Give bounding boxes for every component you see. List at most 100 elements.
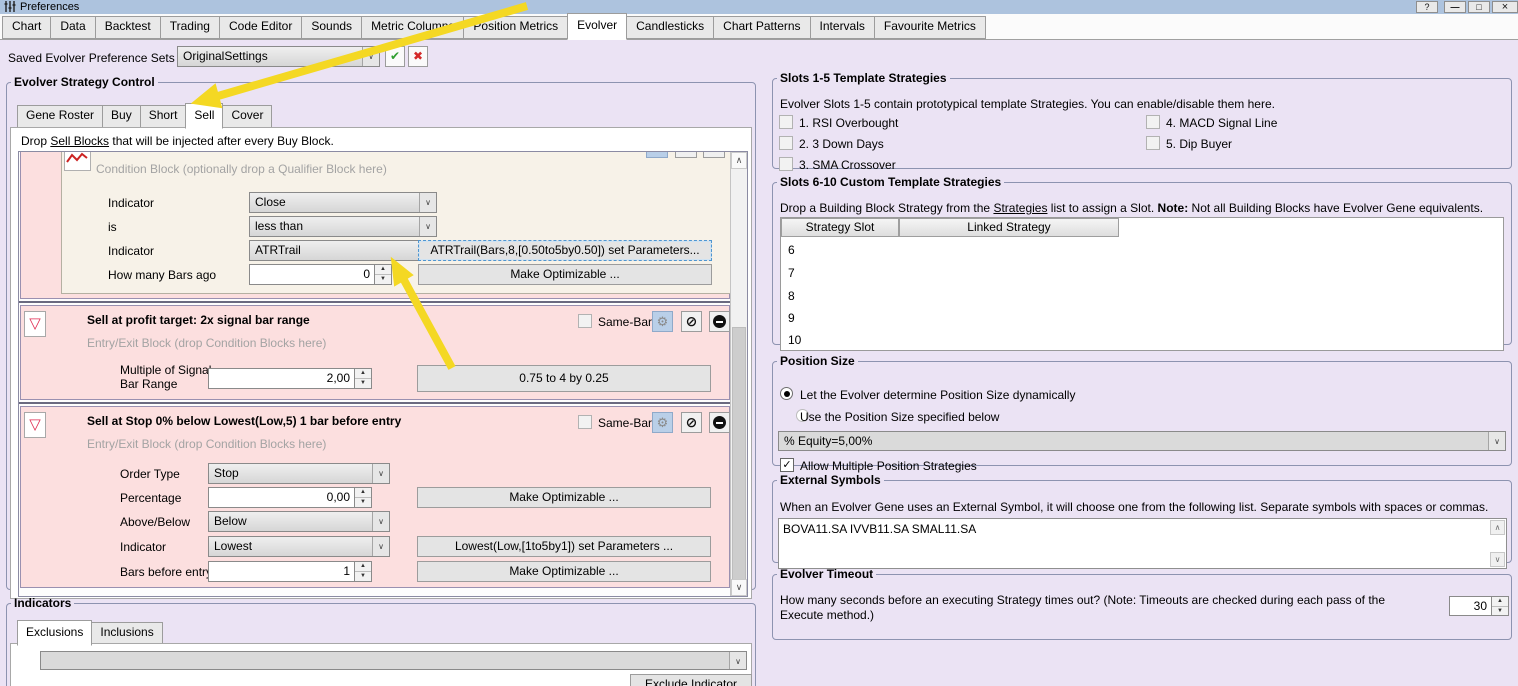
timeout-spinner[interactable]: 30 ▲▼	[1449, 596, 1509, 616]
table-row-slot-9[interactable]: 9	[781, 308, 795, 329]
apply-set-button[interactable]: ✔	[385, 46, 405, 67]
remove-button[interactable]	[709, 412, 730, 433]
remove-icon[interactable]	[703, 152, 725, 158]
spinner-buttons[interactable]: ▲▼	[1492, 596, 1509, 616]
same-bar-checkbox[interactable]	[578, 415, 592, 429]
tab-sell[interactable]: Sell	[185, 103, 223, 129]
help-button[interactable]: ?	[1416, 1, 1438, 13]
maximize-button[interactable]: □	[1468, 1, 1490, 13]
tab-intervals[interactable]: Intervals	[810, 16, 875, 39]
slot4-checkbox[interactable]	[1146, 115, 1160, 129]
spin-up-icon[interactable]: ▲	[355, 369, 371, 379]
blocks-scrollbar[interactable]: ∧ ∨	[730, 152, 747, 596]
tab-exclusions[interactable]: Exclusions	[17, 620, 92, 646]
tab-inclusions[interactable]: Inclusions	[91, 622, 162, 645]
make-optimizable-button[interactable]: Make Optimizable ...	[417, 487, 711, 508]
disable-button[interactable]: ⊘	[681, 412, 702, 433]
tab-trading[interactable]: Trading	[160, 16, 220, 39]
order-type-select[interactable]: Stop ∨	[208, 463, 390, 484]
condition-block[interactable]: Condition Block (optionally drop a Quali…	[61, 152, 733, 294]
remove-button[interactable]	[709, 311, 730, 332]
column-header-strategy-slot[interactable]: Strategy Slot	[781, 218, 899, 237]
slot3-checkbox[interactable]	[779, 157, 793, 171]
minimize-button[interactable]: —	[1444, 1, 1466, 13]
group-slots-6-10: Slots 6-10 Custom Template Strategies Dr…	[772, 175, 1512, 345]
set-parameters-button[interactable]: Lowest(Low,[1to5by1]) set Parameters ...	[417, 536, 711, 557]
spin-down-icon[interactable]: ▼	[355, 498, 371, 507]
indicator2-select[interactable]: ATRTrail ∨	[249, 240, 437, 261]
allow-multiple-checkbox[interactable]: ✓	[780, 458, 794, 472]
gear-icon[interactable]	[646, 152, 668, 158]
percentage-spinner[interactable]: 0,00 ▲▼	[208, 487, 372, 508]
spinner-buttons[interactable]: ▲▼	[355, 487, 372, 508]
strategies-link[interactable]: Strategies	[993, 201, 1047, 215]
sell-stop-block[interactable]: ▽ Sell at Stop 0% below Lowest(Low,5) 1 …	[20, 406, 730, 588]
tab-backtest[interactable]: Backtest	[95, 16, 161, 39]
spin-down-icon[interactable]: ▼	[355, 572, 371, 581]
delete-set-button[interactable]: ✖	[408, 46, 428, 67]
spinner-buttons[interactable]: ▲▼	[375, 264, 392, 285]
table-row-slot-6[interactable]: 6	[781, 240, 795, 261]
slot2-checkbox[interactable]	[779, 136, 793, 150]
slot1-checkbox[interactable]	[779, 115, 793, 129]
stop-indicator-select[interactable]: Lowest ∨	[208, 536, 390, 557]
tab-sounds[interactable]: Sounds	[301, 16, 362, 39]
multiple-spinner[interactable]: 2,00 ▲▼	[208, 368, 372, 389]
scroll-up-icon[interactable]: ∧	[1490, 520, 1505, 535]
close-button[interactable]: ×	[1492, 1, 1518, 13]
exclude-indicator-button[interactable]: Exclude Indicator	[630, 674, 752, 686]
profit-target-block[interactable]: ▽ Sell at profit target: 2x signal bar r…	[20, 305, 730, 400]
table-row-slot-8[interactable]: 8	[781, 286, 795, 307]
same-bar-checkbox[interactable]	[578, 314, 592, 328]
column-header-linked-strategy[interactable]: Linked Strategy	[899, 218, 1119, 237]
indicator1-select[interactable]: Close ∨	[249, 192, 437, 213]
spinner-buttons[interactable]: ▲▼	[355, 561, 372, 582]
spin-down-icon[interactable]: ▼	[355, 379, 371, 388]
spin-down-icon[interactable]: ▼	[375, 275, 391, 284]
tab-metric-columns[interactable]: Metric Columns	[361, 16, 464, 39]
tab-chart-patterns[interactable]: Chart Patterns	[713, 16, 810, 39]
tab-chart[interactable]: Chart	[2, 16, 51, 39]
scroll-down-icon[interactable]: ∨	[731, 579, 747, 596]
optimize-range-button[interactable]: 0.75 to 4 by 0.25	[417, 365, 711, 392]
external-symbols-input[interactable]: BOVA11.SA IVVB11.SA SMAL11.SA ∧ ∨	[778, 518, 1507, 569]
table-row-slot-10[interactable]: 10	[781, 330, 801, 351]
table-row-slot-7[interactable]: 7	[781, 263, 795, 284]
spin-up-icon[interactable]: ▲	[1492, 597, 1508, 607]
gear-button[interactable]: ⚙	[652, 412, 673, 433]
make-optimizable-button[interactable]: Make Optimizable ...	[418, 264, 712, 285]
scroll-up-icon[interactable]: ∧	[731, 152, 747, 169]
tab-gene-roster[interactable]: Gene Roster	[17, 105, 103, 128]
saved-sets-select[interactable]: OriginalSettings ∨	[177, 46, 380, 67]
tab-data[interactable]: Data	[50, 16, 95, 39]
indicator-select[interactable]: ∨	[40, 651, 747, 670]
tab-favourite-metrics[interactable]: Favourite Metrics	[874, 16, 986, 39]
dynamic-position-radio[interactable]	[780, 387, 793, 400]
slot5-checkbox[interactable]	[1146, 136, 1160, 150]
sell-blocks-link[interactable]: Sell Blocks	[50, 134, 109, 148]
bars-before-spinner[interactable]: 1 ▲▼	[208, 561, 372, 582]
disable-button[interactable]: ⊘	[681, 311, 702, 332]
set-parameters-button[interactable]: ATRTrail(Bars,8,[0.50to5by0.50]) set Par…	[418, 240, 712, 261]
spin-up-icon[interactable]: ▲	[355, 488, 371, 498]
tab-cover[interactable]: Cover	[222, 105, 272, 128]
disable-icon[interactable]	[675, 152, 697, 158]
tab-candlesticks[interactable]: Candlesticks	[626, 16, 714, 39]
make-optimizable-button[interactable]: Make Optimizable ...	[417, 561, 711, 582]
scrollbar-thumb[interactable]	[732, 327, 746, 581]
above-below-select[interactable]: Below ∨	[208, 511, 390, 532]
tab-code-editor[interactable]: Code Editor	[219, 16, 302, 39]
spin-down-icon[interactable]: ▼	[1492, 607, 1508, 616]
scroll-down-icon[interactable]: ∨	[1490, 552, 1505, 567]
bars-ago-spinner[interactable]: 0 ▲▼	[249, 264, 392, 285]
tab-position-metrics[interactable]: Position Metrics	[463, 16, 568, 39]
gear-button[interactable]: ⚙	[652, 311, 673, 332]
spinner-buttons[interactable]: ▲▼	[355, 368, 372, 389]
tab-short[interactable]: Short	[140, 105, 187, 128]
operator-select[interactable]: less than ∨	[249, 216, 437, 237]
position-size-select[interactable]: % Equity=5,00% ∨	[778, 431, 1506, 451]
spin-up-icon[interactable]: ▲	[355, 562, 371, 572]
tab-buy[interactable]: Buy	[102, 105, 141, 128]
tab-evolver[interactable]: Evolver	[567, 13, 627, 40]
spin-up-icon[interactable]: ▲	[375, 265, 391, 275]
